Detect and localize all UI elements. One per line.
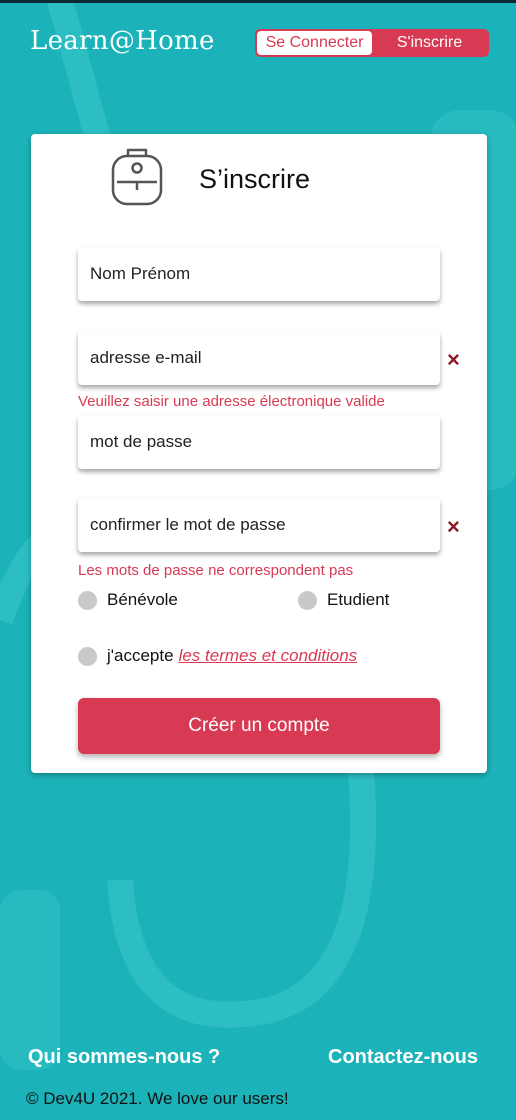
backpack-icon — [111, 148, 163, 206]
accept-label: j'accepte — [107, 646, 174, 665]
role-student-label: Etudient — [327, 590, 390, 609]
email-invalid-close-icon: × — [447, 347, 460, 372]
auth-toggle: Se Connecter S'inscrire — [255, 29, 489, 57]
terms-link[interactable]: les termes et conditions — [179, 646, 358, 665]
about-us-link[interactable]: Qui sommes-nous ? — [28, 1046, 220, 1069]
name-input[interactable]: Nom Prénom — [78, 247, 440, 301]
app-logo[interactable]: Learn@Home — [30, 26, 215, 56]
role-volunteer-radio[interactable]: Bénévole — [78, 590, 178, 610]
radio-circle[interactable] — [78, 590, 97, 610]
role-volunteer-label: Bénévole — [107, 590, 178, 609]
create-account-button[interactable]: Créer un compte — [78, 698, 440, 754]
signup-card: S’inscrire Nom Prénom adresse e-mail × V… — [31, 134, 487, 773]
contact-link[interactable]: Contactez-nous — [328, 1046, 478, 1069]
copyright-text: © Dev4U 2021. We love our users! — [26, 1089, 289, 1108]
radio-circle[interactable] — [298, 590, 317, 610]
accept-terms-checkbox[interactable]: j'accepte les termes et conditions — [78, 646, 357, 666]
confirm-password-input[interactable]: confirmer le mot de passe — [78, 498, 440, 552]
confirm-invalid-close-icon: × — [447, 514, 460, 539]
email-error-message: Veuillez saisir une adresse électronique… — [78, 393, 385, 410]
password-input[interactable]: mot de passe — [78, 415, 440, 469]
password-mismatch-error: Les mots de passe ne correspondent pas — [78, 562, 354, 579]
role-student-radio[interactable]: Etudient — [298, 590, 389, 610]
signup-tab[interactable]: S'inscrire — [372, 31, 487, 55]
email-input[interactable]: adresse e-mail — [78, 331, 440, 385]
login-tab[interactable]: Se Connecter — [257, 31, 372, 55]
form-title: S’inscrire — [199, 164, 311, 194]
checkbox-circle[interactable] — [78, 646, 97, 666]
top-status-line — [0, 0, 516, 3]
